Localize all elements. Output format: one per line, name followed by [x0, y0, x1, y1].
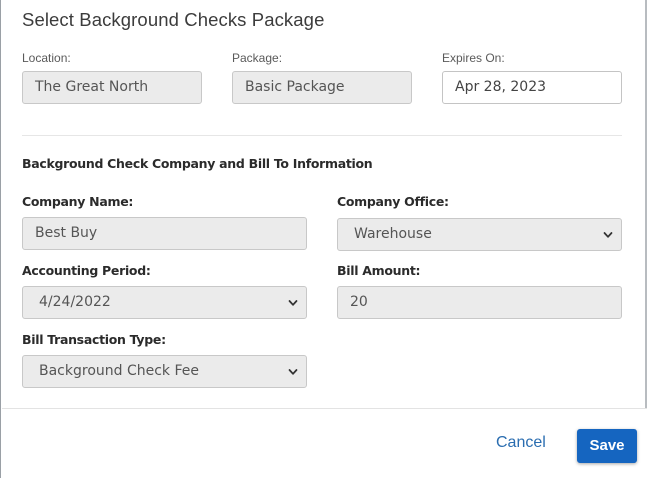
bill-transaction-type-value: Background Check Fee	[39, 363, 200, 379]
location-label: Location:	[22, 51, 71, 65]
package-label: Package:	[232, 51, 283, 65]
location-field: The Great North	[22, 71, 202, 104]
company-office-label: Company Office:	[337, 194, 449, 209]
chevron-down-icon	[288, 300, 298, 306]
bill-transaction-type-select[interactable]: Background Check Fee	[22, 355, 307, 388]
bill-amount-label: Bill Amount:	[337, 263, 421, 278]
accounting-period-select[interactable]: 4/24/2022	[22, 286, 307, 319]
package-field: Basic Package	[232, 71, 412, 104]
company-name-label: Company Name:	[22, 194, 134, 209]
bill-amount-field: 20	[337, 286, 622, 319]
expires-on-input[interactable]: Apr 28, 2023	[442, 71, 622, 104]
footer-divider	[2, 408, 647, 409]
section-heading: Background Check Company and Bill To Inf…	[22, 156, 373, 171]
expires-on-label: Expires On:	[442, 51, 505, 65]
chevron-down-icon	[288, 369, 298, 375]
section-divider	[22, 135, 622, 136]
bill-transaction-type-label: Bill Transaction Type:	[22, 332, 166, 347]
dialog-title: Select Background Checks Package	[22, 9, 325, 30]
accounting-period-value: 4/24/2022	[39, 294, 111, 310]
cancel-button[interactable]: Cancel	[496, 434, 546, 452]
company-office-value: Warehouse	[354, 226, 432, 242]
save-button[interactable]: Save	[577, 429, 637, 463]
chevron-down-icon	[603, 232, 613, 238]
company-name-field: Best Buy	[22, 217, 307, 250]
company-office-select[interactable]: Warehouse	[337, 218, 622, 251]
accounting-period-label: Accounting Period:	[22, 263, 151, 278]
background-checks-dialog: Select Background Checks Package Locatio…	[0, 0, 647, 478]
